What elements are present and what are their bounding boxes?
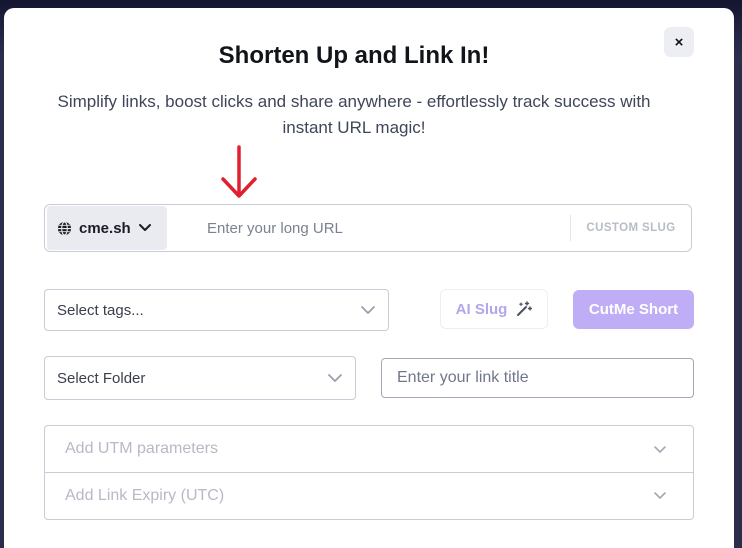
url-bar: cme.sh CUSTOM SLUG (44, 204, 692, 252)
long-url-input[interactable] (167, 205, 570, 251)
link-title-input[interactable] (381, 358, 694, 398)
ai-slug-button[interactable]: AI Slug (440, 289, 548, 329)
globe-icon (57, 220, 72, 236)
utm-parameters-label: Add UTM parameters (65, 440, 218, 457)
modal-subtitle: Simplify links, boost clicks and share a… (57, 92, 651, 137)
modal-title: Shorten Up and Link In! (218, 42, 490, 69)
chevron-down-icon (653, 491, 667, 500)
chevron-down-icon (360, 305, 376, 315)
folder-placeholder: Select Folder (57, 369, 146, 387)
cutme-short-button[interactable]: CutMe Short (573, 290, 694, 329)
shorten-link-modal: × Shorten Up and Link In! Simplify links… (4, 8, 734, 548)
utm-parameters-toggle[interactable]: Add UTM parameters (45, 426, 693, 472)
link-expiry-toggle[interactable]: Add Link Expiry (UTC) (45, 472, 693, 518)
tags-select[interactable]: Select tags... (44, 289, 389, 331)
tags-placeholder: Select tags... (57, 301, 144, 319)
link-options-accordion: Add UTM parameters Add Link Expiry (UTC) (44, 425, 694, 520)
domain-label: cme.sh (79, 219, 131, 237)
link-expiry-label: Add Link Expiry (UTC) (65, 486, 225, 504)
chevron-down-icon (138, 223, 152, 233)
chevron-down-icon (653, 445, 667, 454)
magic-wand-icon (516, 301, 533, 317)
arrow-down-icon (221, 145, 257, 198)
folder-select[interactable]: Select Folder (44, 356, 356, 400)
domain-select[interactable]: cme.sh (47, 206, 167, 250)
ai-slug-label: AI Slug (455, 300, 508, 318)
chevron-down-icon (327, 373, 343, 383)
custom-slug-button[interactable]: CUSTOM SLUG (571, 222, 691, 234)
